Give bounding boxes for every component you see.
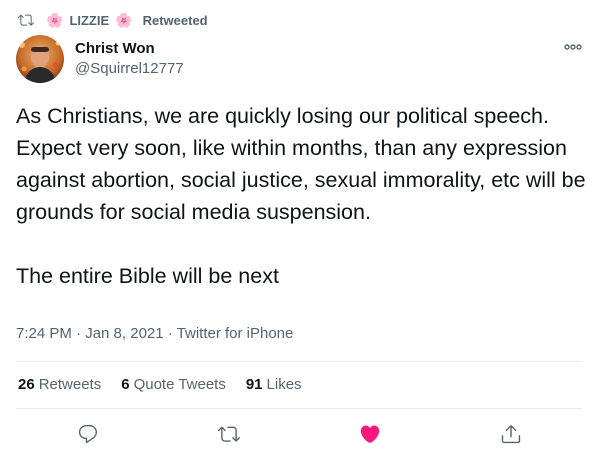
likes-label: Likes <box>266 376 302 393</box>
quote-tweets-count: 6 <box>121 376 130 393</box>
retweet-icon <box>18 14 34 26</box>
author-handle[interactable]: @Squirrel12777 <box>75 59 184 79</box>
divider-bottom <box>16 408 582 409</box>
author-row: Christ Won @Squirrel12777 <box>16 35 184 83</box>
author-display-name[interactable]: Christ Won <box>75 39 184 59</box>
retweets-label: Retweets <box>38 376 102 393</box>
like-button[interactable] <box>358 422 382 446</box>
reply-button[interactable] <box>76 422 100 446</box>
retweeter-name[interactable]: LIZZIE <box>69 13 109 28</box>
share-button[interactable] <box>499 422 523 446</box>
more-options-button[interactable] <box>562 38 584 56</box>
likes-count: 91 <box>245 376 263 393</box>
retweets-count: 26 <box>18 376 35 393</box>
retweet-icon <box>218 426 240 442</box>
tweet-timestamp-source[interactable]: 7:24 PM · Jan 8, 2021 · Twitter for iPho… <box>16 325 293 342</box>
tweet-card: 🌸 LIZZIE 🌸 Retweeted Christ Won @Squirre… <box>0 0 598 459</box>
retweet-button[interactable] <box>217 422 241 446</box>
likes-stat[interactable]: 91 Likes <box>246 376 302 393</box>
quote-tweets-label: Quote Tweets <box>133 376 226 393</box>
action-bar <box>0 422 598 450</box>
share-icon <box>501 425 521 444</box>
flower-emoji-right: 🌸 <box>115 11 133 28</box>
flower-emoji-left: 🌸 <box>46 11 64 28</box>
heart-filled-icon <box>360 425 380 443</box>
reply-icon <box>78 425 98 444</box>
divider-top <box>16 361 582 362</box>
retweeted-label: Retweeted <box>142 12 208 28</box>
retweets-stat[interactable]: 26 Retweets <box>18 376 101 393</box>
quote-tweets-stat[interactable]: 6 Quote Tweets <box>121 376 226 393</box>
author-names: Christ Won @Squirrel12777 <box>75 39 184 79</box>
avatar[interactable] <box>16 35 64 83</box>
tweet-text: As Christians, we are quickly losing our… <box>16 104 586 288</box>
engagement-stats: 26 Retweets 6 Quote Tweets 91 Likes <box>18 376 322 393</box>
more-horizontal-icon <box>564 44 582 50</box>
avatar-image <box>16 35 64 83</box>
retweeted-header: 🌸 LIZZIE 🌸 Retweeted <box>18 10 208 30</box>
